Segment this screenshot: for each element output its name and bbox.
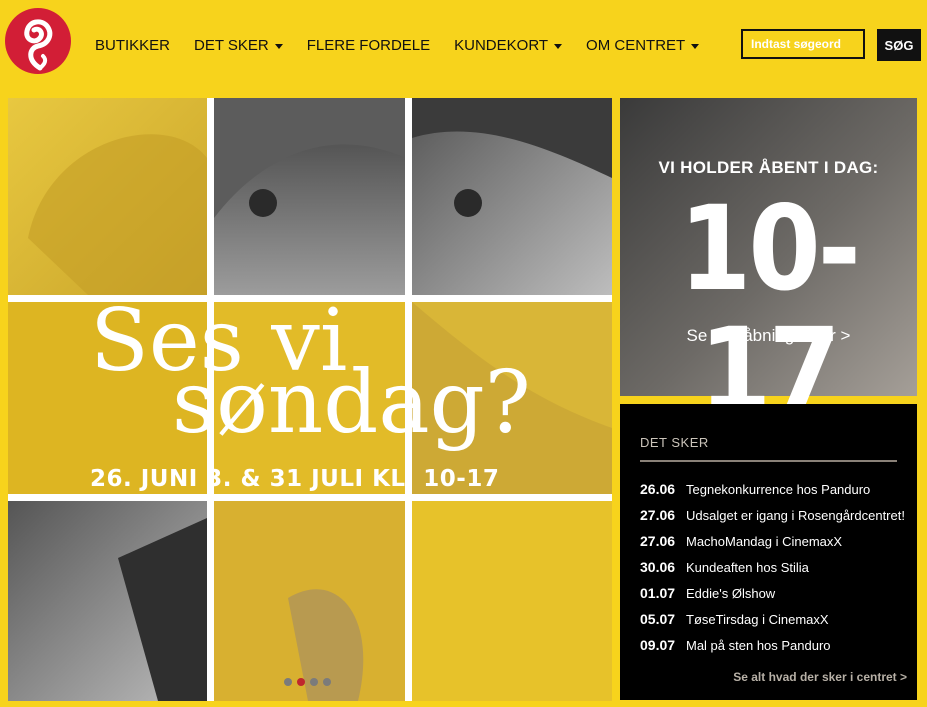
event-item[interactable]: 27.06 MachoMandag i CinemaxX [640, 528, 910, 554]
swirl-logo-icon [24, 19, 53, 71]
event-date: 09.07 [640, 637, 676, 653]
events-panel: DET SKER 26.06 Tegnekonkurrence hos Pandu… [620, 404, 917, 700]
nav-det-sker[interactable]: DET SKER [194, 34, 283, 58]
events-list: 26.06 Tegnekonkurrence hos Panduro 27.06 U… [640, 476, 910, 658]
event-item[interactable]: 05.07 TøseTirsdag i CinemaxX [640, 606, 910, 632]
opening-hours-heading: VI HOLDER ÅBENT I DAG: [658, 158, 879, 177]
carousel-dot[interactable] [323, 678, 331, 686]
caret-down-icon [554, 43, 563, 49]
event-date: 01.07 [640, 585, 676, 601]
event-item[interactable]: 09.07 Mal på sten hos Panduro [640, 632, 910, 658]
event-title: TøseTirsdag i CinemaxX [686, 612, 829, 627]
hero-title-line2: søndag? [172, 353, 531, 453]
nav-kundekort-label: KUNDEKORT [454, 37, 549, 54]
opening-hours-link[interactable]: Se alle åbningstider > [620, 326, 917, 346]
hero-dates: 26. JUNI 3. & 31 JULI KL. 10-17 [90, 466, 500, 492]
event-title: Tegnekonkurrence hos Panduro [686, 482, 871, 497]
carousel-dot[interactable] [310, 678, 318, 686]
event-title: Mal på sten hos Panduro [686, 638, 831, 653]
nav-om-centret[interactable]: OM CENTRET [586, 34, 700, 58]
nav-flere-fordele-label: FLERE FORDELE [306, 37, 431, 54]
site-logo[interactable] [5, 8, 71, 74]
search-button[interactable]: SØG [877, 29, 921, 61]
event-date: 30.06 [640, 559, 676, 575]
opening-hours-panel: VI HOLDER ÅBENT I DAG: 10-17 Se alle åbn… [620, 98, 917, 432]
carousel-dot-active[interactable] [297, 678, 305, 686]
event-item[interactable]: 30.06 Kundeaften hos Stilia [640, 554, 910, 580]
nav-kundekort[interactable]: KUNDEKORT [454, 34, 563, 58]
divider [640, 460, 897, 462]
site-header: BUTIKKER DET SKER FLERE FORDELE KUNDEKOR… [0, 0, 927, 92]
event-title: Udsalget er igang i Rosengårdcentret! [686, 508, 905, 523]
opening-hours-time: 10-17 [679, 180, 861, 440]
events-heading: DET SKER [640, 435, 709, 450]
main-nav: BUTIKKER DET SKER FLERE FORDELE KUNDEKOR… [95, 34, 723, 58]
caret-down-icon [691, 43, 700, 49]
event-title: Kundeaften hos Stilia [686, 560, 809, 575]
nav-det-sker-label: DET SKER [194, 37, 269, 54]
caret-down-icon [274, 43, 283, 49]
nav-butikker[interactable]: BUTIKKER [95, 34, 170, 58]
event-title: Eddie's Ølshow [686, 586, 776, 601]
event-date: 26.06 [640, 481, 676, 497]
event-item[interactable]: 27.06 Udsalget er igang i Rosengårdcentre… [640, 502, 910, 528]
nav-om-centret-label: OM CENTRET [586, 37, 686, 54]
event-date: 27.06 [640, 533, 676, 549]
hero-banner[interactable]: Ses vi søndag? 26. JUNI 3. & 31 JULI KL.… [8, 98, 612, 701]
search-input[interactable] [741, 29, 865, 59]
event-date: 27.06 [640, 507, 676, 523]
events-more-link[interactable]: Se alt hvad der sker i centret > [733, 670, 907, 684]
event-item[interactable]: 01.07 Eddie's Ølshow [640, 580, 910, 606]
event-item[interactable]: 26.06 Tegnekonkurrence hos Panduro [640, 476, 910, 502]
event-date: 05.07 [640, 611, 676, 627]
carousel-dot[interactable] [284, 678, 292, 686]
nav-flere-fordele[interactable]: FLERE FORDELE [307, 34, 430, 58]
carousel-dots [284, 678, 331, 686]
event-title: MachoMandag i CinemaxX [686, 534, 843, 549]
nav-butikker-label: BUTIKKER [95, 37, 171, 54]
